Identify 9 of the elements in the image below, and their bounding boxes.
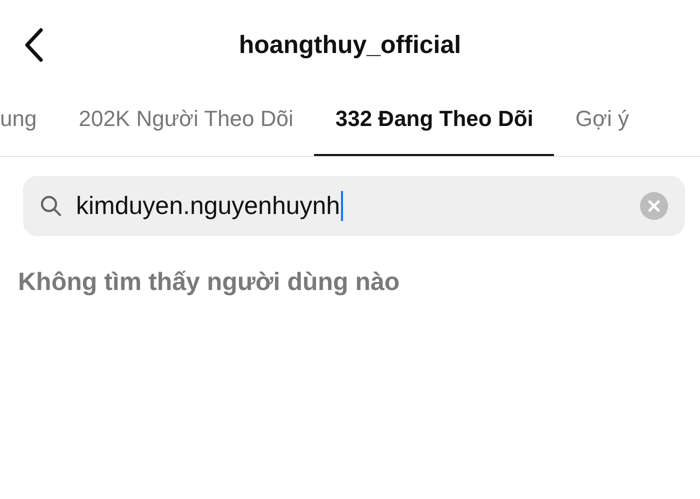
search-field[interactable]: kimduyen.nguyenhuynh bbox=[23, 176, 685, 236]
tab[interactable]: 332 Đang Theo Dõi bbox=[314, 90, 554, 156]
search-icon bbox=[40, 195, 62, 217]
tab[interactable]: 202K Người Theo Dõi bbox=[58, 90, 314, 156]
tab[interactable]: Gợi ý bbox=[554, 90, 650, 156]
back-icon[interactable] bbox=[24, 28, 44, 62]
empty-message: Không tìm thấy người dùng nào bbox=[18, 268, 401, 297]
profile-username: hoangthuy_official bbox=[238, 30, 462, 60]
tab[interactable]: ung bbox=[0, 90, 58, 156]
